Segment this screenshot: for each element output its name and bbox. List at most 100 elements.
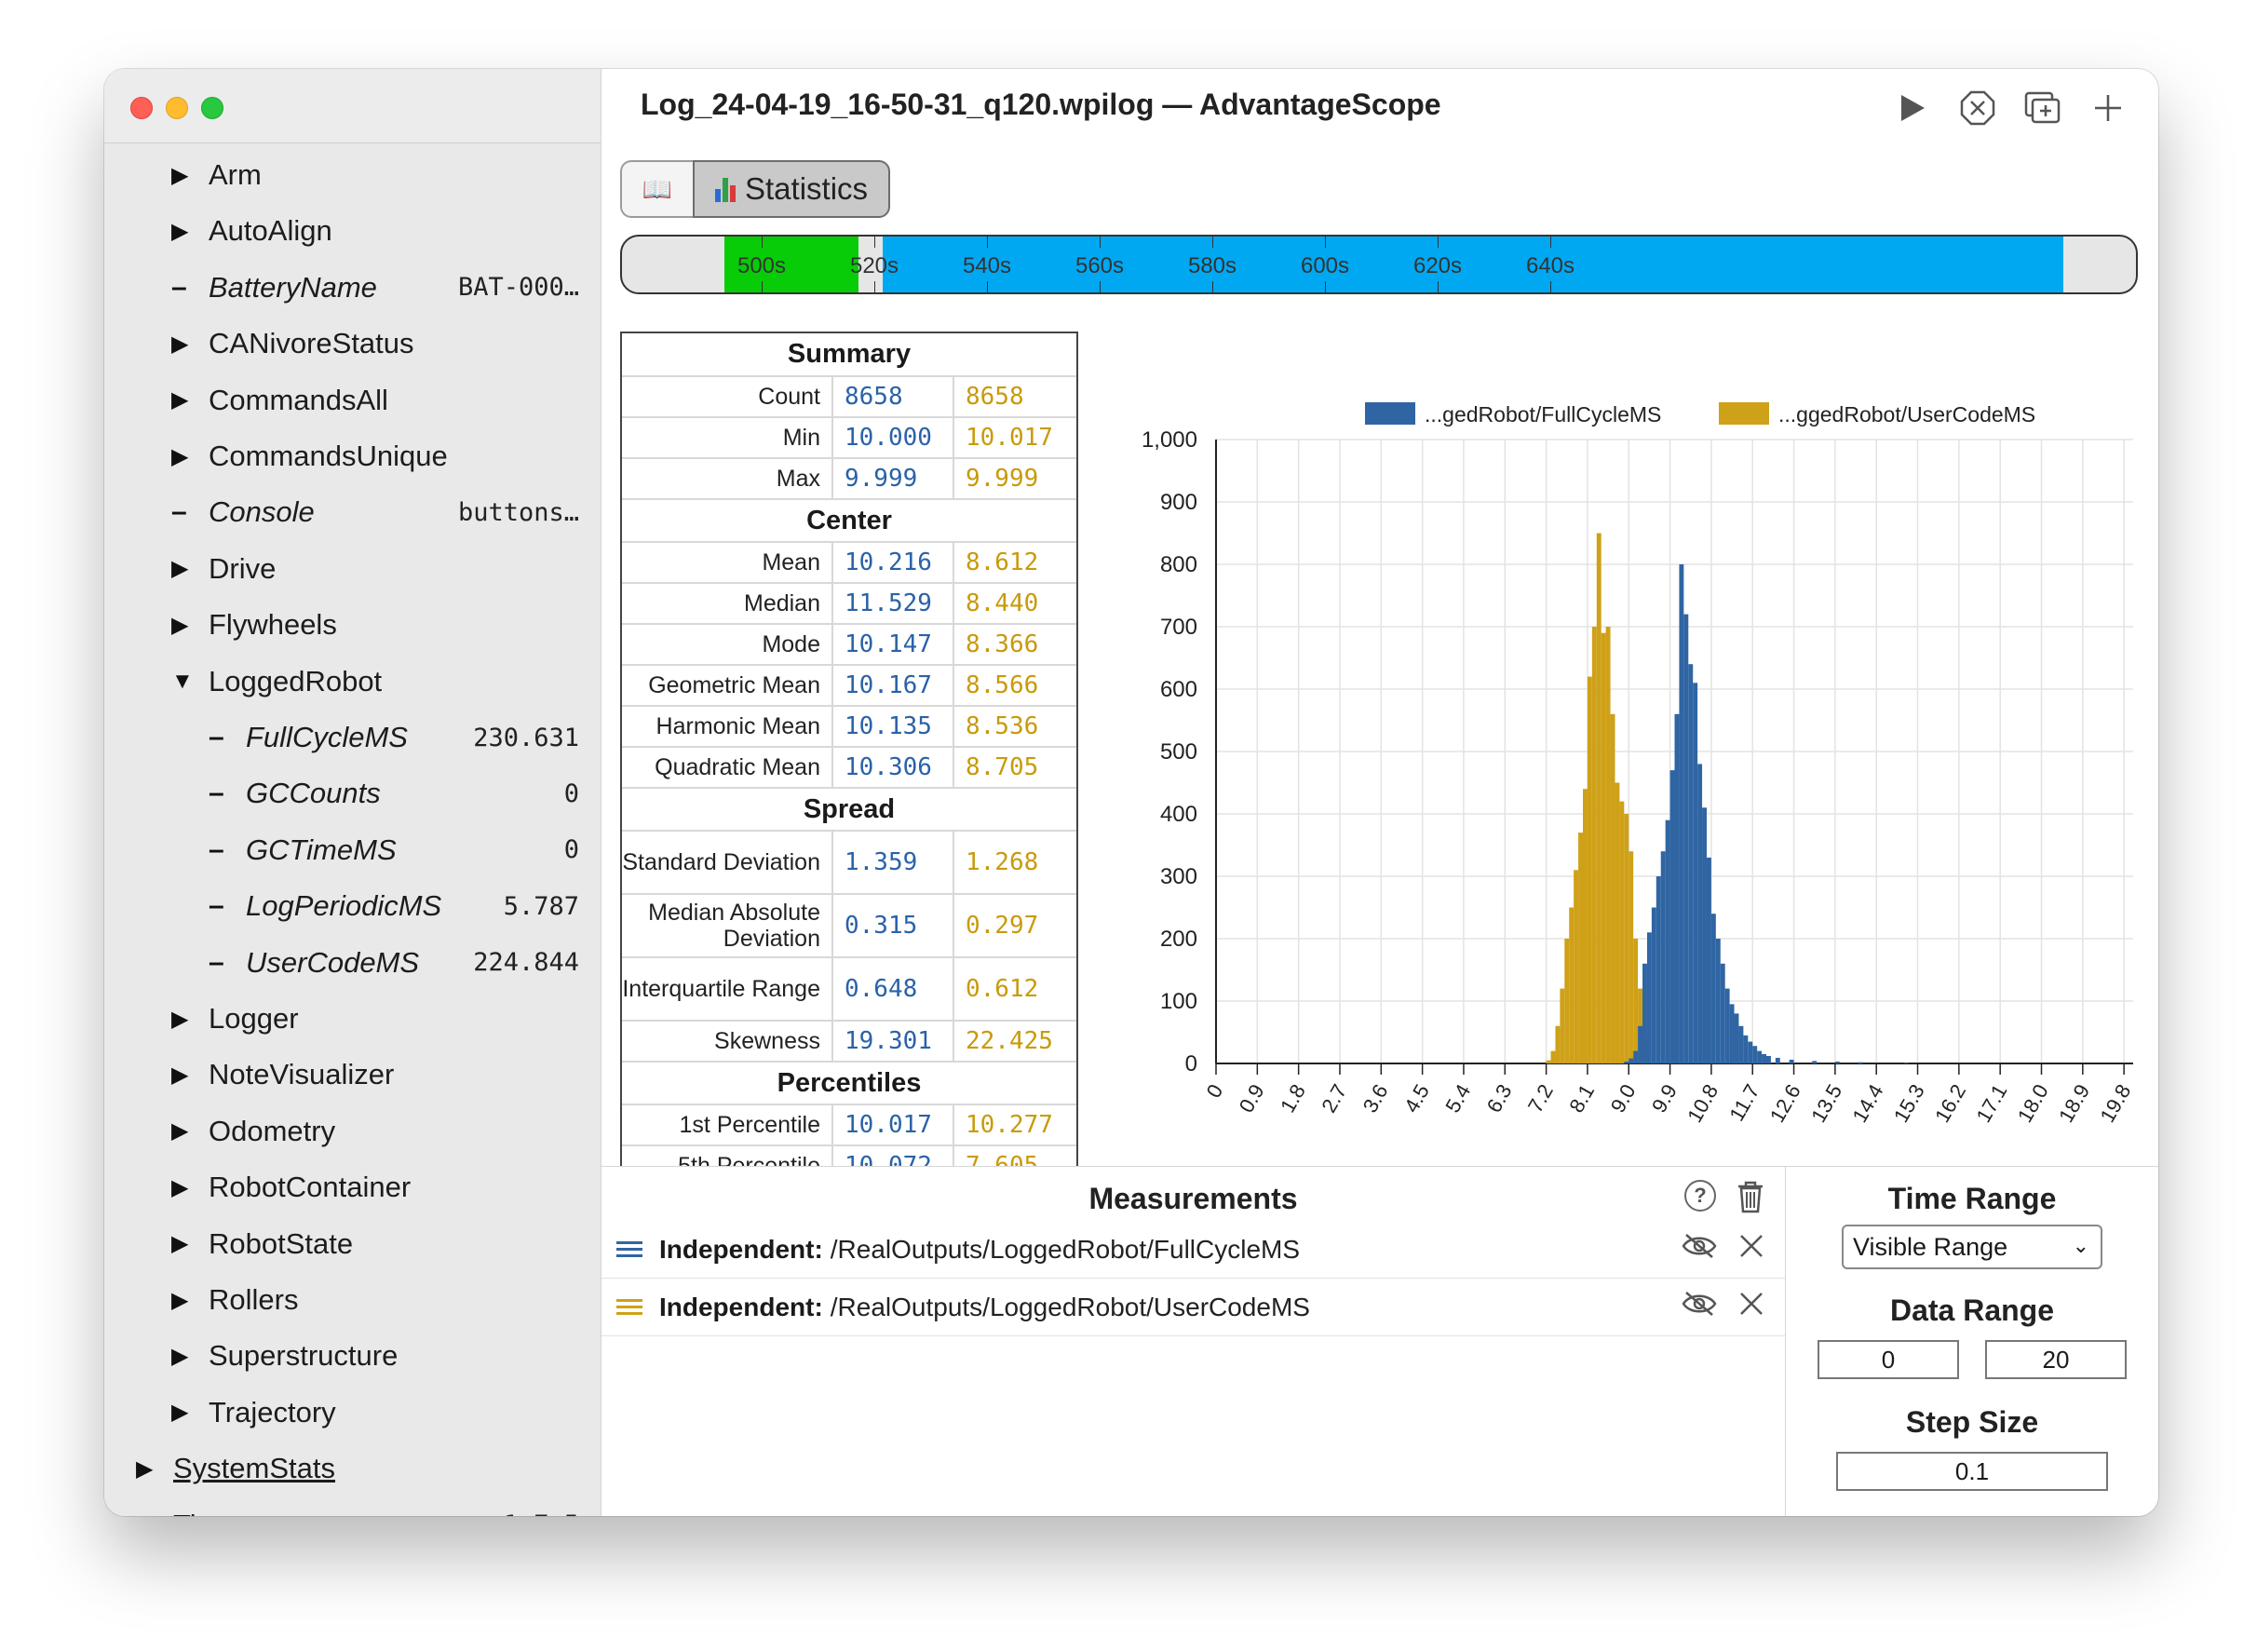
stats-label: Geometric Mean <box>622 665 833 707</box>
play-icon[interactable] <box>1894 89 1931 127</box>
stats-row: 1st Percentile 10.017 10.277 <box>622 1104 1076 1146</box>
measurement-row[interactable]: Independent:/RealOutputs/LoggedRobot/Ful… <box>601 1221 1785 1279</box>
sidebar-item-commandsunique[interactable]: ▶ CommandsUnique <box>171 428 579 484</box>
close-window-button[interactable] <box>130 97 153 119</box>
sidebar-item-timestamp[interactable]: –Timestamp1.7.5 <box>136 1497 579 1516</box>
tab-statistics-label: Statistics <box>745 171 869 206</box>
sidebar-item-autoalign[interactable]: ▶ AutoAlign <box>171 203 579 259</box>
sidebar-item-flywheels[interactable]: ▶ Flywheels <box>171 597 579 653</box>
timeline-visible-range[interactable] <box>883 237 2063 292</box>
histogram-bar-fullcycle <box>1724 988 1730 1063</box>
stats-value-usercode: 10.017 <box>953 417 1076 459</box>
expand-arrow-icon: ▶ <box>171 1231 189 1257</box>
sidebar-item-robotstate[interactable]: ▶ RobotState <box>171 1216 579 1272</box>
stats-value-fullcycle: 0.648 <box>832 957 954 1022</box>
trash-icon[interactable] <box>1737 1180 1764 1218</box>
sidebar-item-odometry[interactable]: ▶ Odometry <box>171 1104 579 1159</box>
sidebar-item-arm[interactable]: ▶ Arm <box>171 147 579 203</box>
histogram-bar-fullcycle <box>1646 932 1652 1063</box>
tab-documentation[interactable]: 📖 <box>620 160 693 218</box>
sidebar-item-loggedrobot[interactable]: ▼ LoggedRobot <box>171 654 579 710</box>
measurement-path: /RealOutputs/LoggedRobot/UserCodeMS <box>830 1292 1310 1321</box>
sidebar-item-label: FullCycleMS <box>246 721 408 753</box>
sidebar-item-superstructure[interactable]: ▶ Superstructure <box>171 1328 579 1384</box>
stats-row: Quadratic Mean 10.306 8.705 <box>622 747 1076 789</box>
hide-eye-icon[interactable] <box>1681 1232 1718 1266</box>
stats-value-fullcycle: 11.529 <box>832 583 954 625</box>
drag-handle-icon[interactable] <box>616 1299 644 1315</box>
sidebar-item-console[interactable]: – Console buttons… <box>171 484 579 540</box>
remove-x-icon[interactable] <box>1738 1291 1764 1323</box>
sidebar-item-label: CANivoreStatus <box>209 327 414 360</box>
sidebar-item-fullcyclems[interactable]: – FullCycleMS 230.631 <box>209 710 579 765</box>
histogram-bar-fullcycle <box>1715 939 1721 1063</box>
hide-eye-icon[interactable] <box>1681 1290 1718 1324</box>
minimize-window-button[interactable] <box>166 97 188 119</box>
sidebar-item-logperiodicms[interactable]: – LogPeriodicMS 5.787 <box>209 878 579 934</box>
histogram-bar-fullcycle <box>1812 1061 1818 1063</box>
plus-icon[interactable] <box>2089 89 2127 127</box>
stats-row: Skewness 19.301 22.425 <box>622 1021 1076 1063</box>
stats-value-usercode: 8.536 <box>953 706 1076 748</box>
stats-row: Interquartile Range 0.648 0.612 <box>622 957 1076 1022</box>
sidebar-item-label: Rollers <box>209 1283 299 1316</box>
histogram-bar-usercode <box>1591 627 1597 1063</box>
x-tick-label: 0.9 <box>1235 1080 1269 1117</box>
sidebar-item-label: CommandsAll <box>209 383 388 416</box>
x-tick-label: 6.3 <box>1482 1080 1517 1117</box>
timeline-slider[interactable]: 500s 520s 540s 560s 580s 600s 620s 640s <box>620 235 2138 294</box>
sidebar-item-logger[interactable]: ▶ Logger <box>171 991 579 1047</box>
expand-arrow-icon: ▶ <box>136 1456 154 1482</box>
y-tick-label: 700 <box>1160 615 1197 640</box>
stats-row: Mode 10.147 8.366 <box>622 624 1076 666</box>
remove-x-icon[interactable] <box>1738 1233 1764 1266</box>
histogram-bar-usercode <box>1564 939 1570 1063</box>
zoom-window-button[interactable] <box>201 97 223 119</box>
x-tick-label: 9.0 <box>1606 1080 1641 1117</box>
histogram-bar-usercode <box>1633 939 1639 1063</box>
expand-arrow-icon: ▶ <box>171 612 189 638</box>
time-range-select[interactable]: Visible Range ⌄ <box>1842 1225 2102 1269</box>
sidebar-item-trajectory[interactable]: ▶ Trajectory <box>171 1385 579 1441</box>
drag-handle-icon[interactable] <box>616 1241 644 1257</box>
legend-label-usercode: ...ggedRobot/UserCodeMS <box>1778 402 2035 427</box>
legend-label-fullcycle: ...gedRobot/FullCycleMS <box>1425 402 1661 427</box>
sidebar-item-rollers[interactable]: ▶ Rollers <box>171 1272 579 1328</box>
histogram-bar-fullcycle <box>1789 1059 1794 1063</box>
sidebar-item-value: BAT-000… <box>457 273 579 303</box>
sidebar-item-batteryname[interactable]: – BatteryName BAT-000… <box>171 260 579 316</box>
x-tick-label: 8.1 <box>1564 1080 1599 1117</box>
histogram-bar-fullcycle <box>1834 1061 1840 1063</box>
sidebar-item-commandsall[interactable]: ▶ CommandsAll <box>171 372 579 428</box>
sidebar-item-systemstats[interactable]: ▶ SystemStats <box>136 1441 579 1496</box>
measurement-row[interactable]: Independent:/RealOutputs/LoggedRobot/Use… <box>601 1279 1785 1336</box>
histogram-bar-fullcycle <box>1669 770 1675 1063</box>
sidebar-item-gctimems[interactable]: – GCTimeMS 0 <box>209 822 579 878</box>
timeline-tick-label: 560s <box>1074 253 1125 278</box>
sidebar-item-gccounts[interactable]: – GCCounts 0 <box>209 765 579 821</box>
stats-value-fullcycle: 10.017 <box>832 1104 954 1146</box>
expand-arrow-icon: ▶ <box>171 331 189 357</box>
expand-arrow-icon: ▶ <box>171 443 189 469</box>
sidebar-item-robotcontainer[interactable]: ▶ RobotContainer <box>171 1159 579 1215</box>
histogram-bar-fullcycle <box>1752 1046 1758 1063</box>
sidebar-item-drive[interactable]: ▶ Drive <box>171 541 579 597</box>
timeline-tick-label: 500s <box>737 253 787 278</box>
chevron-down-icon: ⌄ <box>2072 1234 2089 1257</box>
sidebar-item-notevisualizer[interactable]: ▶ NoteVisualizer <box>171 1047 579 1103</box>
data-range-max-input[interactable]: 20 <box>1985 1340 2127 1379</box>
histogram-bar-fullcycle <box>1665 819 1670 1063</box>
step-size-input[interactable]: 0.1 <box>1836 1452 2108 1491</box>
histogram-bar-fullcycle <box>1651 907 1656 1063</box>
statistics-table: Summary Count 8658 8658 Min 10.000 10.017 Max 9.… <box>620 332 1078 1170</box>
field-dash-icon: – <box>171 496 187 528</box>
tab-statistics[interactable]: Statistics <box>693 160 891 218</box>
help-icon[interactable]: ? <box>1684 1180 1716 1212</box>
add-window-icon[interactable] <box>2024 89 2061 127</box>
sidebar-item-canivorestatus[interactable]: ▶ CANivoreStatus <box>171 316 579 372</box>
stats-row: Median 11.529 8.440 <box>622 583 1076 625</box>
sidebar-item-usercodems[interactable]: – UserCodeMS 224.844 <box>209 935 579 991</box>
field-dash-icon: – <box>209 833 224 865</box>
data-range-min-input[interactable]: 0 <box>1818 1340 1959 1379</box>
close-circle-icon[interactable] <box>1959 89 1996 127</box>
